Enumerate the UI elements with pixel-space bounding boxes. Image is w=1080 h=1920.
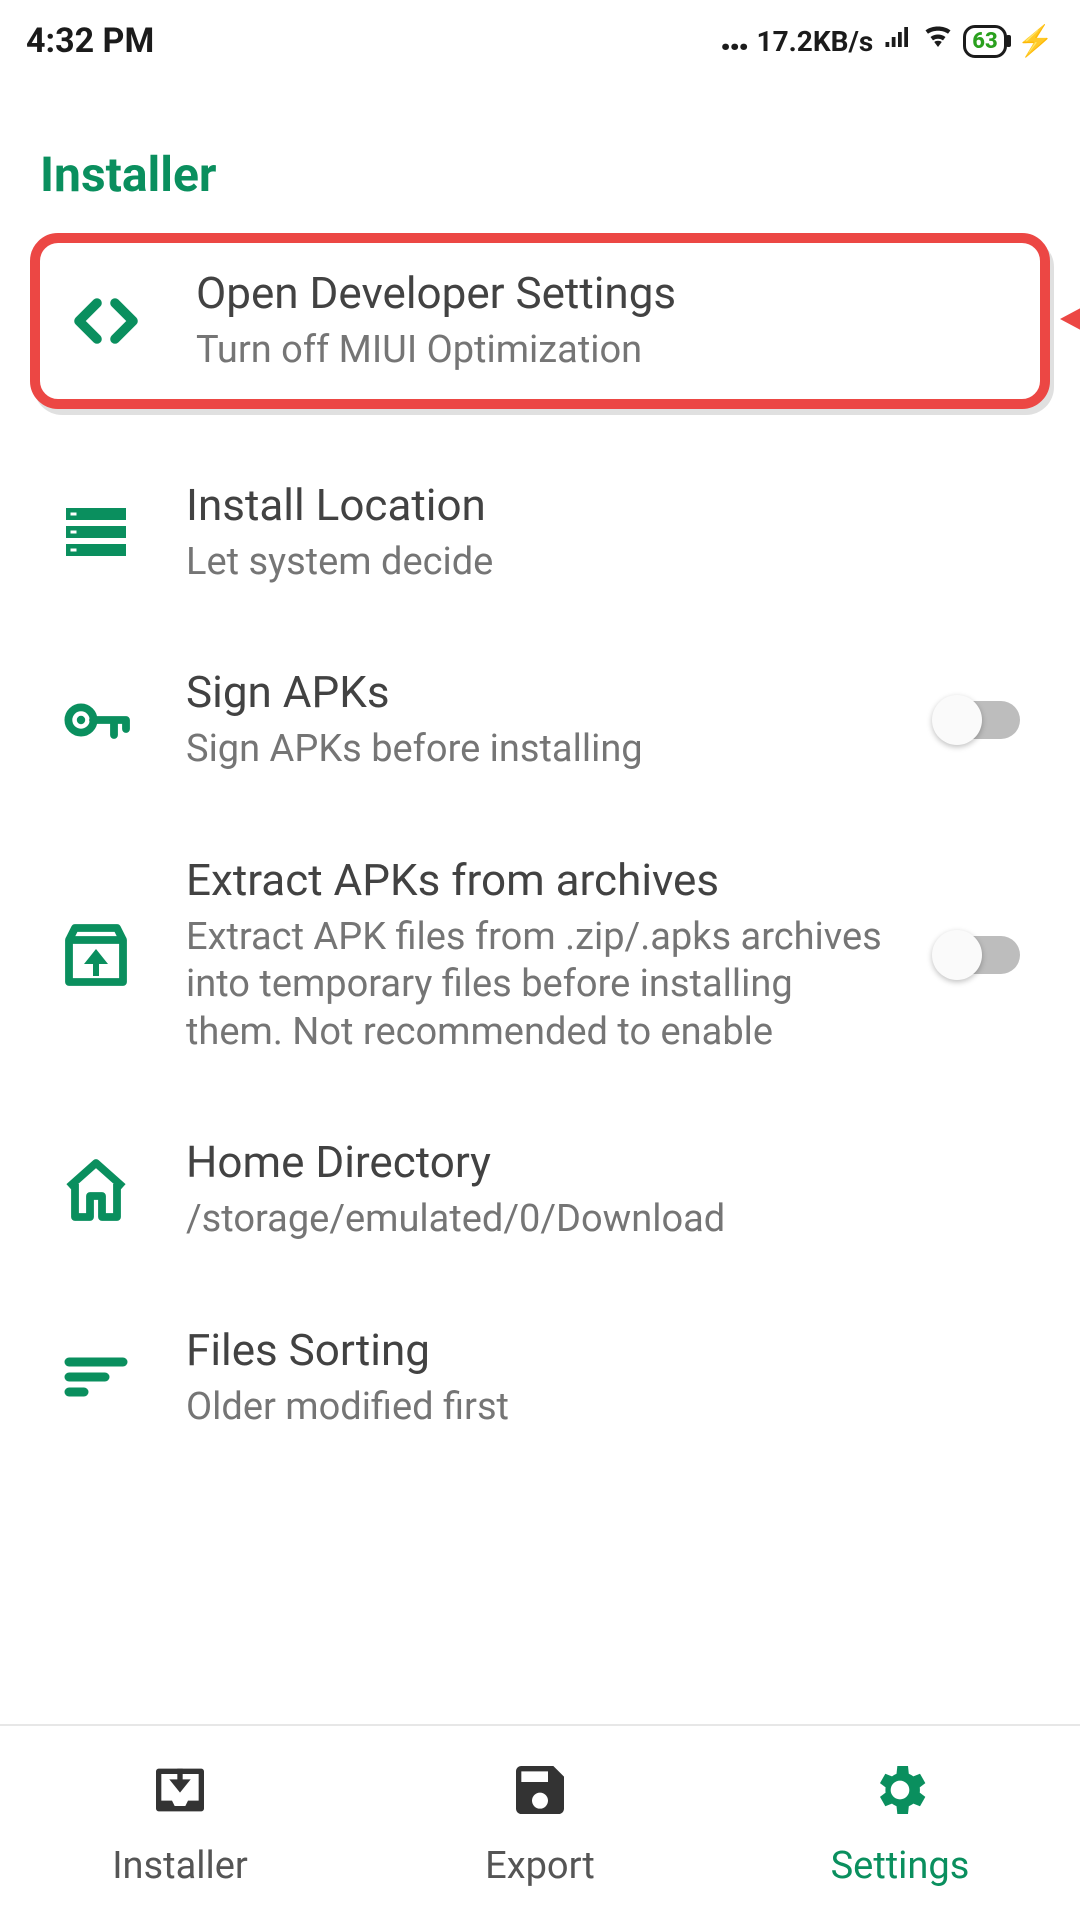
bottom-nav: Installer Export Settings [0,1724,1080,1920]
toggle-track [938,936,1020,974]
toggle-extract-apks[interactable] [924,936,1034,974]
gear-icon [868,1758,932,1832]
wifi-icon [923,22,953,60]
row-text: Open Developer Settings Turn off MIUI Op… [196,267,1024,375]
nav-label: Settings [831,1844,970,1888]
row-text: Home Directory /storage/emulated/0/Downl… [186,1136,1034,1244]
toggle-track [938,701,1020,739]
highlight-border: Open Developer Settings Turn off MIUI Op… [30,233,1050,409]
network-speed: 17.2KB/s [757,25,874,58]
row-subtitle: Extract APK files from .zip/.apks archiv… [186,914,884,1057]
status-right: ... 17.2KB/s 63 ⚡ [719,18,1054,64]
toggle-sign-apks[interactable] [924,701,1034,739]
settings-row-extract-apks[interactable]: Extract APKs from archives Extract APK f… [30,814,1050,1097]
settings-list: Open Developer Settings Turn off MIUI Op… [0,233,1080,1724]
row-text: Install Location Let system decide [186,479,1034,587]
toggle-thumb [932,695,982,745]
row-subtitle: Older modified first [186,1384,1034,1432]
row-title: Open Developer Settings [196,267,1024,319]
home-icon [46,1154,146,1226]
storage-icon [46,496,146,568]
row-title: Extract APKs from archives [186,854,884,906]
save-icon [508,1758,572,1832]
unarchive-icon [46,919,146,991]
inbox-icon [148,1758,212,1832]
row-title: Files Sorting [186,1324,1034,1376]
charging-icon: ⚡ [1017,24,1054,59]
row-title: Sign APKs [186,666,884,718]
row-subtitle: /storage/emulated/0/Download [186,1196,1034,1244]
cellular-signal-icon [883,22,913,60]
settings-row-home-directory[interactable]: Home Directory /storage/emulated/0/Downl… [30,1096,1050,1284]
row-subtitle: Turn off MIUI Optimization [196,327,1024,375]
toggle-thumb [932,930,982,980]
page-header: Installer [0,76,1080,233]
row-subtitle: Let system decide [186,539,1034,587]
status-time: 4:32 PM [26,21,154,61]
nav-export[interactable]: Export [360,1726,720,1920]
row-subtitle: Sign APKs before installing [186,726,884,774]
status-bar: 4:32 PM ... 17.2KB/s 63 ⚡ [0,0,1080,76]
more-dots-icon: ... [719,12,746,58]
settings-row-files-sorting[interactable]: Files Sorting Older modified first [30,1284,1050,1472]
settings-row-install-location[interactable]: Install Location Let system decide [30,439,1050,627]
settings-row-developer[interactable]: Open Developer Settings Turn off MIUI Op… [50,257,1030,385]
sort-icon [46,1341,146,1413]
nav-installer[interactable]: Installer [0,1726,360,1920]
nav-settings[interactable]: Settings [720,1726,1080,1920]
annotation-arrow-icon [1060,279,1080,363]
nav-label: Installer [112,1844,248,1888]
row-text: Sign APKs Sign APKs before installing [186,666,884,774]
code-icon [56,285,156,357]
row-text: Extract APKs from archives Extract APK f… [186,854,884,1057]
key-icon [46,684,146,756]
highlighted-row: Open Developer Settings Turn off MIUI Op… [30,233,1050,409]
nav-label: Export [485,1844,595,1888]
row-text: Files Sorting Older modified first [186,1324,1034,1432]
page-title: Installer [40,146,1040,203]
settings-row-sign-apks[interactable]: Sign APKs Sign APKs before installing [30,626,1050,814]
battery-icon: 63 [963,25,1006,58]
row-title: Home Directory [186,1136,1034,1188]
row-title: Install Location [186,479,1034,531]
